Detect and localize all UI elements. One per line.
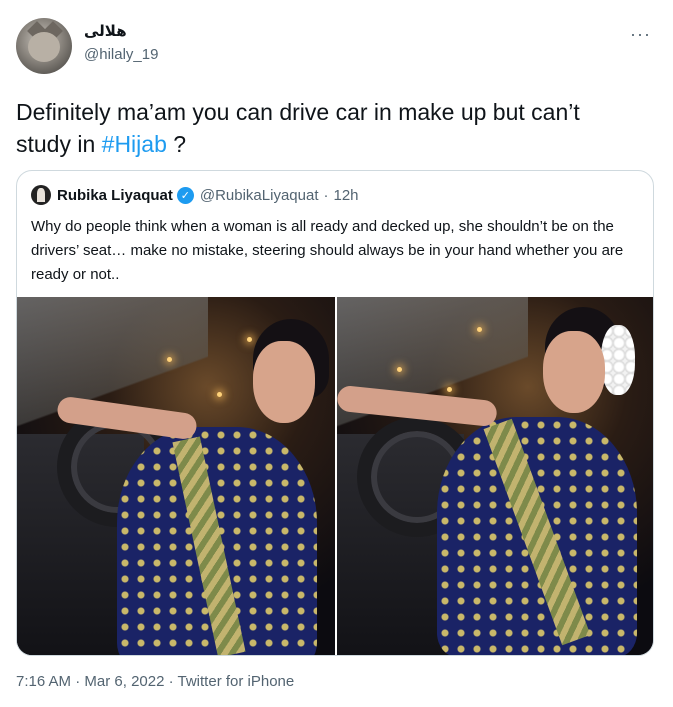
author-display-name[interactable]: هلالی xyxy=(84,22,127,40)
tweet-text: Definitely ma’am you can drive car in ma… xyxy=(16,96,636,160)
quoted-author-avatar[interactable] xyxy=(31,185,51,205)
photo-flowers xyxy=(601,325,635,395)
quoted-tweet-header: Rubika Liyaquat ✓ @RubikaLiyaquat · 12h xyxy=(31,185,359,205)
photo-face xyxy=(253,341,315,423)
media-photo-1[interactable] xyxy=(17,297,335,655)
photo-light xyxy=(477,327,482,332)
media-photo-2[interactable] xyxy=(337,297,653,655)
photo-light xyxy=(397,367,402,372)
separator-dot: · xyxy=(75,673,81,690)
photo-face xyxy=(543,331,605,413)
tweet-date[interactable]: Mar 6, 2022 xyxy=(84,673,164,690)
tweet-text-body: Definitely ma’am you can drive car in ma… xyxy=(16,99,580,157)
author-avatar[interactable] xyxy=(16,18,72,74)
quoted-tweet-text: Why do people think when a woman is all … xyxy=(31,218,624,283)
tweet: هلالی @hilaly_19 ··· Definitely ma’am yo… xyxy=(0,0,673,707)
quoted-media-grid xyxy=(17,297,653,655)
photo-light xyxy=(217,392,222,397)
tweet-text-end: ? xyxy=(166,131,187,157)
separator-dot: · xyxy=(168,673,174,690)
author-handle[interactable]: @hilaly_19 xyxy=(84,46,158,63)
photo-light xyxy=(247,337,252,342)
tweet-time[interactable]: 7:16 AM xyxy=(16,673,71,690)
photo-light xyxy=(447,387,452,392)
quoted-tweet[interactable]: Rubika Liyaquat ✓ @RubikaLiyaquat · 12h … xyxy=(16,170,654,656)
hashtag-link[interactable]: #Hijab xyxy=(102,131,167,157)
photo-light xyxy=(167,357,172,362)
avatar-face xyxy=(28,32,60,62)
tweet-footer: 7:16 AM · Mar 6, 2022 · Twitter for iPho… xyxy=(16,673,294,690)
quoted-author-handle[interactable]: @RubikaLiyaquat xyxy=(200,187,319,204)
tweet-source[interactable]: Twitter for iPhone xyxy=(178,673,295,690)
verified-badge-icon: ✓ xyxy=(176,186,194,204)
quoted-timestamp[interactable]: 12h xyxy=(334,187,359,204)
separator-dot: · xyxy=(323,186,329,204)
more-options-icon[interactable]: ··· xyxy=(630,24,651,45)
quoted-author-name[interactable]: Rubika Liyaquat xyxy=(57,187,173,204)
